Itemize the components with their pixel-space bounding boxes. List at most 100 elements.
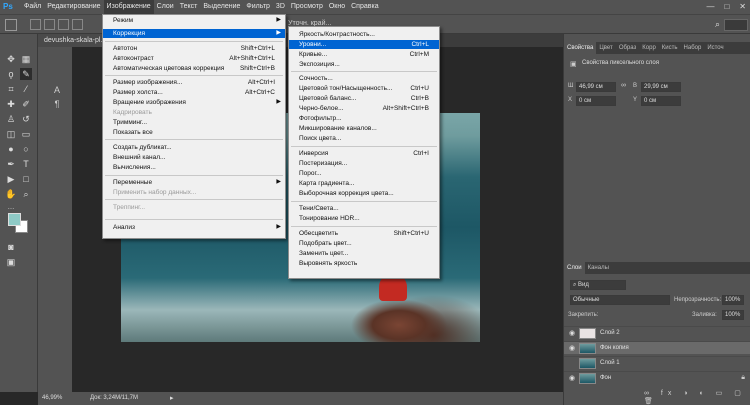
fill-field[interactable]: 100% [722, 310, 744, 320]
tab-layers[interactable]: Слои [564, 262, 585, 274]
layer-row[interactable]: ◉ Фон копия [564, 341, 750, 354]
menu-item[interactable]: Заменить цвет... [289, 249, 439, 258]
menu-layers[interactable]: Слои [154, 0, 177, 14]
menu-item[interactable]: Сочность... [289, 74, 439, 83]
menu-item[interactable]: Карта градиента... [289, 179, 439, 188]
crop-tool-icon[interactable]: ⌗ [5, 83, 17, 95]
gradient-tool-icon[interactable]: ▭ [20, 128, 32, 140]
tab-adjustments[interactable]: Корр [639, 42, 659, 54]
menu-item[interactable]: Подобрать цвет... [289, 239, 439, 248]
tab-properties[interactable]: Свойства [564, 42, 597, 54]
menu-select[interactable]: Выделение [200, 0, 243, 14]
hand-tool-icon[interactable]: ✋ [5, 188, 17, 200]
link-icon[interactable]: ∞ [621, 82, 626, 89]
maximize-button[interactable]: □ [724, 2, 729, 11]
path-selection-icon[interactable]: ▶ [5, 173, 17, 185]
menu-item[interactable]: Выборочная коррекция цвета... [289, 189, 439, 198]
search-icon[interactable]: ⌕ [715, 19, 720, 30]
menu-image[interactable]: Изображение [103, 0, 154, 14]
menu-3d[interactable]: 3D [273, 0, 288, 14]
opacity-field[interactable]: 100% [722, 295, 744, 305]
pen-tool-icon[interactable]: ✒ [5, 158, 17, 170]
new-selection-icon[interactable] [30, 19, 41, 30]
history-brush-icon[interactable]: ↺ [20, 113, 32, 125]
menu-item[interactable]: Инверсия Ctrl+I [289, 149, 439, 158]
visibility-eye-icon[interactable]: ◉ [569, 374, 575, 382]
y-field[interactable]: 0 см [641, 96, 681, 106]
tool-preset-icon[interactable] [5, 19, 17, 31]
tab-brush-presets[interactable]: Набор [681, 42, 705, 54]
tab-clone-source[interactable]: Источ [704, 42, 726, 54]
brush-tool-icon[interactable]: ✐ [20, 98, 32, 110]
menu-item[interactable]: Режим ▶ [103, 16, 285, 25]
layer-filter-select[interactable]: ⌕ Вид [570, 280, 626, 290]
layer-actions-icons[interactable]: ∞ fx ◑ ◐ ▭ ▢ 🗑︎ [644, 389, 750, 405]
visibility-eye-icon[interactable]: ◉ [569, 359, 575, 367]
menu-item[interactable]: Автотон Shift+Ctrl+L [103, 44, 285, 53]
minimize-button[interactable]: — [706, 2, 714, 11]
menu-item[interactable]: Размер изображения... Alt+Ctrl+I [103, 78, 285, 87]
screen-mode-icon[interactable]: ▣ [5, 256, 17, 268]
layer-row[interactable]: ◉ Фон 🔒︎ [564, 371, 750, 384]
visibility-eye-icon[interactable]: ◉ [569, 344, 575, 352]
menu-file[interactable]: Файл [21, 0, 44, 14]
menu-item[interactable]: Цветовой тон/Насыщенность... Ctrl+U [289, 84, 439, 93]
eyedropper-tool-icon[interactable]: ⁄ [20, 83, 32, 95]
menu-item[interactable]: Переменные ▶ [103, 178, 285, 187]
visibility-eye-icon[interactable]: ◉ [569, 329, 575, 337]
rectangle-tool-icon[interactable]: □ [20, 173, 32, 185]
x-field[interactable]: 0 см [576, 96, 616, 106]
layer-row[interactable]: ◉ Слой 2 [564, 326, 750, 339]
menu-item[interactable]: Постеризация... [289, 159, 439, 168]
tab-channels[interactable]: Каналы [585, 262, 612, 274]
clone-stamp-icon[interactable]: ♙ [5, 113, 17, 125]
menu-item[interactable]: Вычисления... [103, 163, 285, 172]
menu-item[interactable]: Уровни... Ctrl+L [289, 40, 439, 49]
menu-window[interactable]: Окно [326, 0, 348, 14]
menu-item[interactable]: Тонирование HDR... [289, 214, 439, 223]
eraser-tool-icon[interactable]: ◫ [5, 128, 17, 140]
status-menu-arrow-icon[interactable]: ▸ [170, 394, 174, 402]
type-tool-icon[interactable]: T [20, 158, 32, 170]
menu-view[interactable]: Просмотр [288, 0, 326, 14]
quick-selection-tool-icon[interactable]: ✎ [20, 68, 32, 80]
menu-item[interactable]: Обесцветить Shift+Ctrl+U [289, 229, 439, 238]
menu-item[interactable]: Коррекция ▶ [103, 29, 285, 38]
workspace-switcher[interactable] [724, 19, 748, 31]
menu-item[interactable]: Тримминг... [103, 118, 285, 127]
add-selection-icon[interactable] [44, 19, 55, 30]
menu-item[interactable]: Черно-белое... Alt+Shift+Ctrl+B [289, 104, 439, 113]
blur-tool-icon[interactable]: ● [5, 143, 17, 155]
menu-item[interactable]: Автоматическая цветовая коррекция Shift+C… [103, 64, 285, 73]
menu-item[interactable]: Внешний канал... [103, 153, 285, 162]
artboard-tool-icon[interactable]: ▦ [20, 53, 32, 65]
subtract-selection-icon[interactable] [58, 19, 69, 30]
menu-item[interactable]: Цветовой баланс... Ctrl+B [289, 94, 439, 103]
menu-item[interactable]: Выровнять яркость [289, 259, 439, 268]
intersect-selection-icon[interactable] [72, 19, 83, 30]
menu-item[interactable]: Тени/Света... [289, 204, 439, 213]
menu-item[interactable]: Порог... [289, 169, 439, 178]
character-panel-icon[interactable]: A [51, 85, 63, 97]
close-button[interactable]: ✕ [739, 2, 746, 11]
healing-brush-icon[interactable]: ✚ [5, 98, 17, 110]
foreground-color-swatch[interactable] [8, 213, 21, 226]
tab-brush[interactable]: Кисть [659, 42, 681, 54]
menu-type[interactable]: Текст [177, 0, 201, 14]
menu-item[interactable]: Фотофильтр... [289, 114, 439, 123]
menu-item[interactable]: Анализ ▶ [103, 223, 285, 232]
lasso-tool-icon[interactable]: ϙ [5, 68, 17, 80]
width-field[interactable]: 46,99 см [576, 82, 616, 92]
menu-item[interactable]: Показать все [103, 128, 285, 137]
menu-item[interactable]: Размер холста... Alt+Ctrl+C [103, 88, 285, 97]
menu-item[interactable]: Микширование каналов... [289, 124, 439, 133]
paragraph-panel-icon[interactable]: ¶ [51, 99, 63, 111]
blend-mode-select[interactable]: Обычные [570, 295, 670, 305]
tab-swatches[interactable]: Образ [616, 42, 639, 54]
menu-item[interactable]: Вращение изображения ▶ [103, 98, 285, 107]
move-tool-icon[interactable]: ✥ [5, 53, 17, 65]
zoom-tool-icon[interactable]: ⌕ [20, 188, 32, 200]
menu-item[interactable]: Создать дубликат... [103, 143, 285, 152]
menu-edit[interactable]: Редактирование [44, 0, 103, 14]
menu-item[interactable]: Экспозиция... [289, 60, 439, 69]
